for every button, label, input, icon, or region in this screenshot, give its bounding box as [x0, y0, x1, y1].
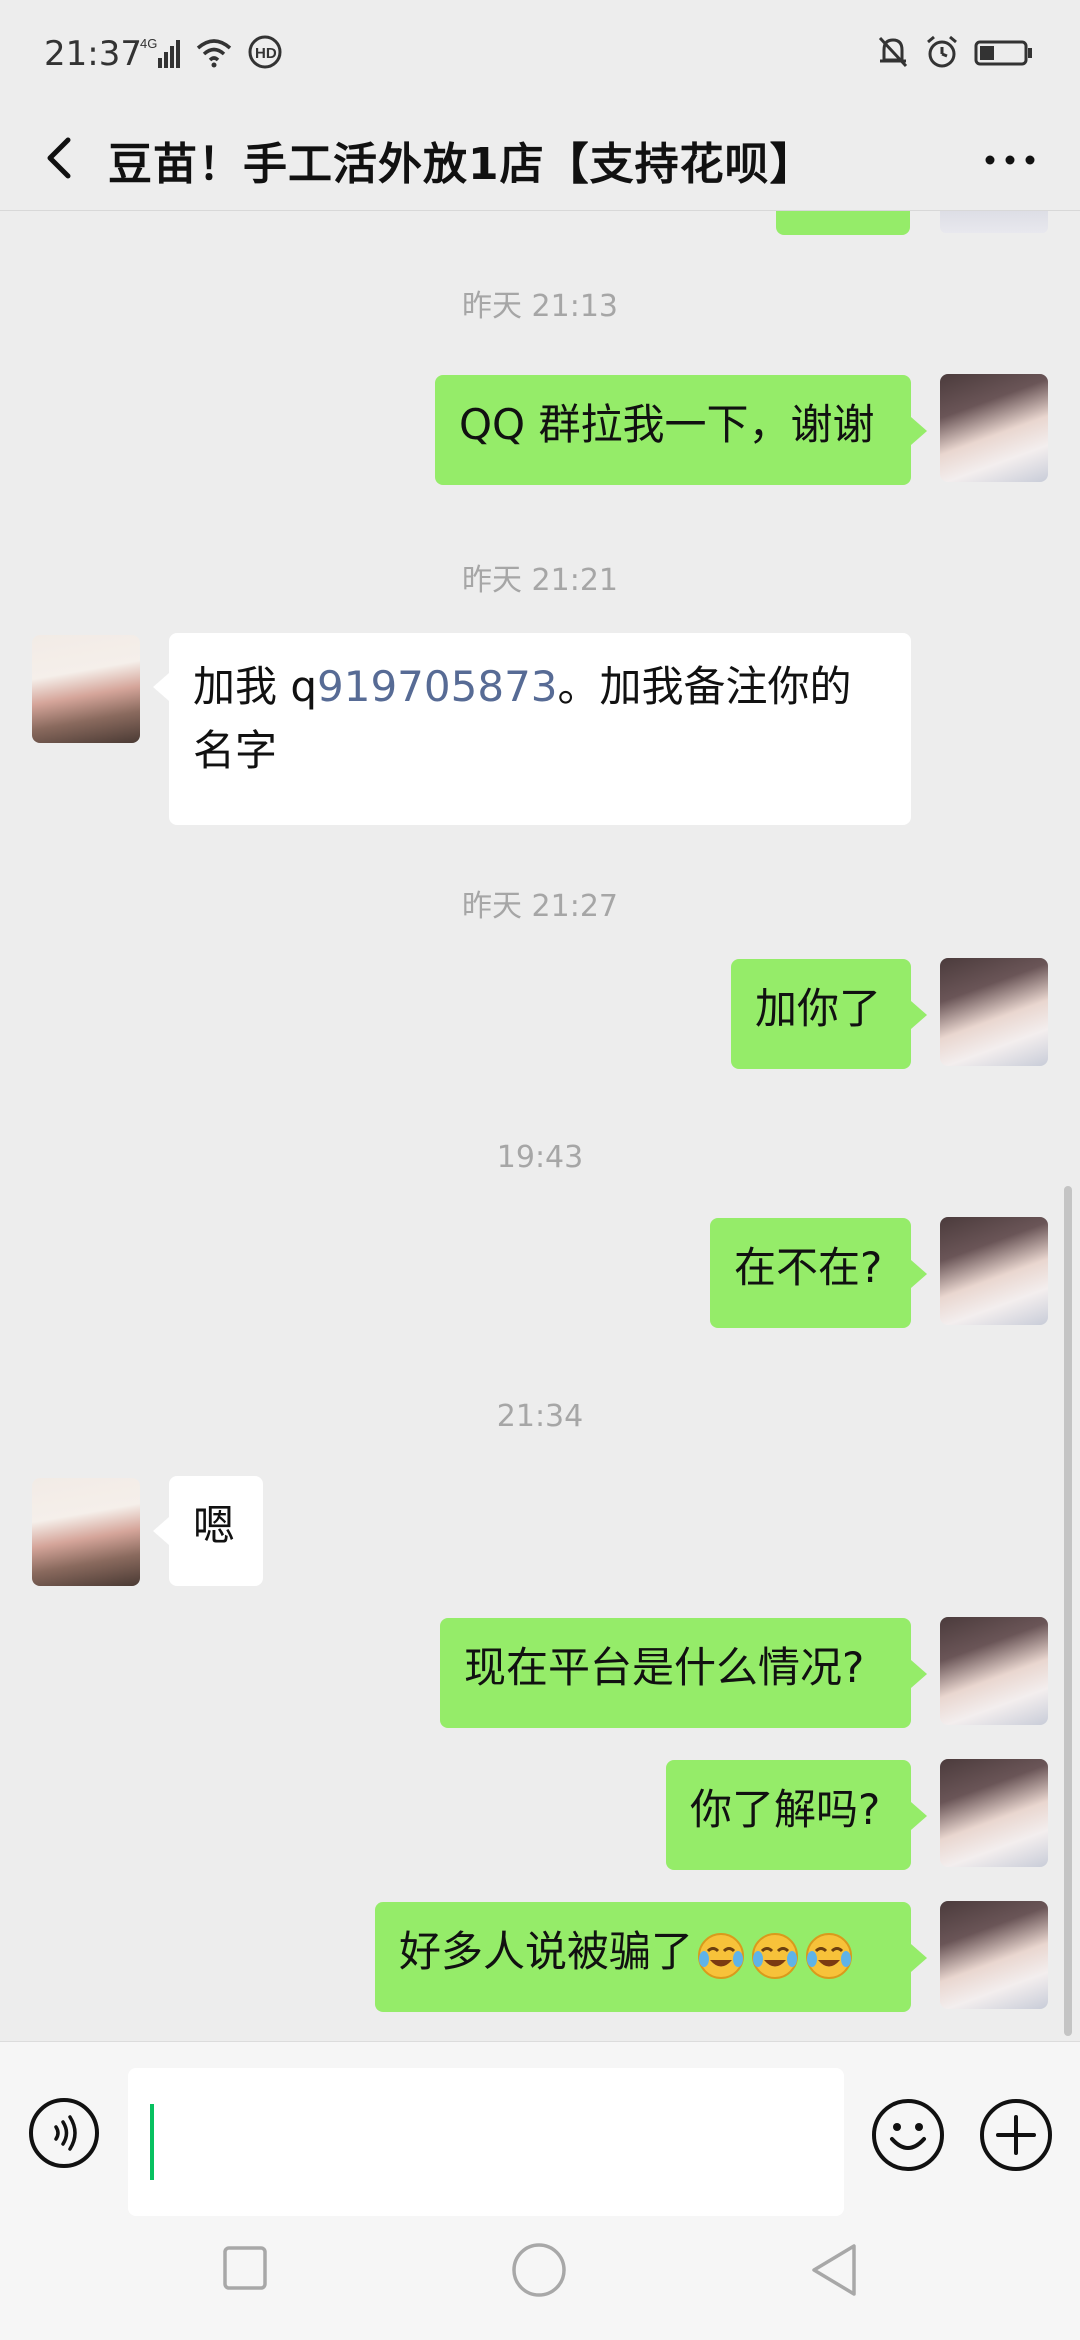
avatar-self[interactable]: [940, 1901, 1048, 2009]
avatar-self[interactable]: [940, 374, 1048, 482]
status-icons-right: [876, 34, 1034, 70]
message-bubble-other[interactable]: 嗯: [169, 1476, 263, 1586]
home-icon[interactable]: [510, 2241, 568, 2299]
avatar-self[interactable]: [940, 958, 1048, 1066]
message-text: 在不在?: [734, 1243, 883, 1292]
input-bar: [0, 2041, 1080, 2242]
message-input[interactable]: [128, 2068, 844, 2216]
hd-icon: HD: [248, 35, 282, 69]
message-bubble-self[interactable]: 现在平台是什么情况?: [440, 1618, 911, 1728]
message-bubble-self[interactable]: QQ 群拉我一下，谢谢: [435, 375, 911, 485]
message-text: 你了解吗?: [690, 1785, 881, 1834]
battery-icon: [974, 40, 1032, 66]
more-dots-icon[interactable]: [980, 140, 1040, 180]
bubble-tail: [911, 1944, 927, 1972]
message-bubble-self[interactable]: 在不在?: [710, 1218, 911, 1328]
chevron-left-icon[interactable]: [34, 128, 84, 188]
bubble-tail: [911, 1260, 927, 1288]
avatar-self[interactable]: [940, 1617, 1048, 1725]
bubble-tail: [911, 1660, 927, 1688]
message-text: 好多人说被骗了: [399, 1927, 694, 1976]
chat-title: 豆苗！手工活外放1店【支持花呗】: [108, 139, 815, 190]
laughing-crying-emoji-icon: [752, 1932, 799, 1979]
bubble-tail: [911, 417, 927, 445]
timestamp: 昨天 21:27: [462, 889, 618, 924]
status-time: 21:37: [44, 34, 142, 74]
status-bar: 21:37 4G HD: [0, 0, 1080, 110]
chat-header: 豆苗！手工活外放1店【支持花呗】: [0, 110, 1080, 211]
system-nav-bar: [0, 2241, 1080, 2340]
bubble-tail: [153, 673, 169, 701]
message-text: 加你了: [755, 984, 882, 1033]
qq-number-link[interactable]: 919705873: [317, 662, 558, 711]
message-text: 加我 q: [193, 662, 318, 711]
avatar-other[interactable]: [32, 635, 140, 743]
wifi-icon: [196, 39, 232, 68]
alarm-icon: [927, 35, 957, 68]
message-bubble-self[interactable]: 你了解吗?: [666, 1760, 911, 1870]
timestamp: 昨天 21:13: [462, 289, 618, 324]
timestamp: 19:43: [496, 1140, 584, 1175]
bubble-tail: [911, 1802, 927, 1830]
timestamp: 21:34: [496, 1399, 584, 1434]
plus-icon[interactable]: [978, 2097, 1054, 2173]
voice-icon[interactable]: [28, 2097, 100, 2169]
chat-scrollbar[interactable]: [1064, 1186, 1072, 2036]
back-triangle-icon[interactable]: [806, 2241, 862, 2299]
svg-text:HD: HD: [255, 45, 277, 62]
avatar-self[interactable]: [940, 1217, 1048, 1325]
message-text: 名字: [193, 726, 278, 775]
partial-message-bubble: [776, 211, 910, 235]
avatar-self[interactable]: [940, 1759, 1048, 1867]
timestamp: 昨天 21:21: [462, 563, 618, 598]
message-text: 。加我备注你的: [557, 662, 852, 711]
smiley-icon[interactable]: [870, 2097, 946, 2173]
message-text: 嗯: [193, 1501, 236, 1550]
bubble-tail: [911, 1001, 927, 1029]
message-bubble-self[interactable]: 好多人说被骗了: [375, 1902, 911, 2012]
cellular-signal-icon: 4G: [140, 36, 180, 68]
mute-bell-icon: [878, 36, 908, 68]
recent-apps-icon[interactable]: [222, 2245, 268, 2291]
bubble-tail: [153, 1517, 169, 1545]
message-text: 现在平台是什么情况?: [464, 1643, 865, 1692]
message-text: QQ 群拉我一下，谢谢: [459, 400, 875, 449]
avatar-other[interactable]: [32, 1478, 140, 1586]
svg-text:4G: 4G: [140, 36, 157, 51]
message-bubble-other[interactable]: 加我 q919705873。加我备注你的 名字: [169, 633, 911, 825]
message-bubble-self[interactable]: 加你了: [731, 959, 911, 1069]
laughing-crying-emoji-icon: [698, 1932, 745, 1979]
chat-area[interactable]: 昨天 21:13 QQ 群拉我一下，谢谢 昨天 21:21 加我 q919705…: [0, 211, 1080, 2041]
laughing-crying-emoji-icon: [806, 1932, 853, 1979]
partial-avatar: [940, 211, 1048, 233]
text-cursor: [150, 2104, 154, 2180]
status-icons-left: 4G HD: [140, 34, 282, 70]
